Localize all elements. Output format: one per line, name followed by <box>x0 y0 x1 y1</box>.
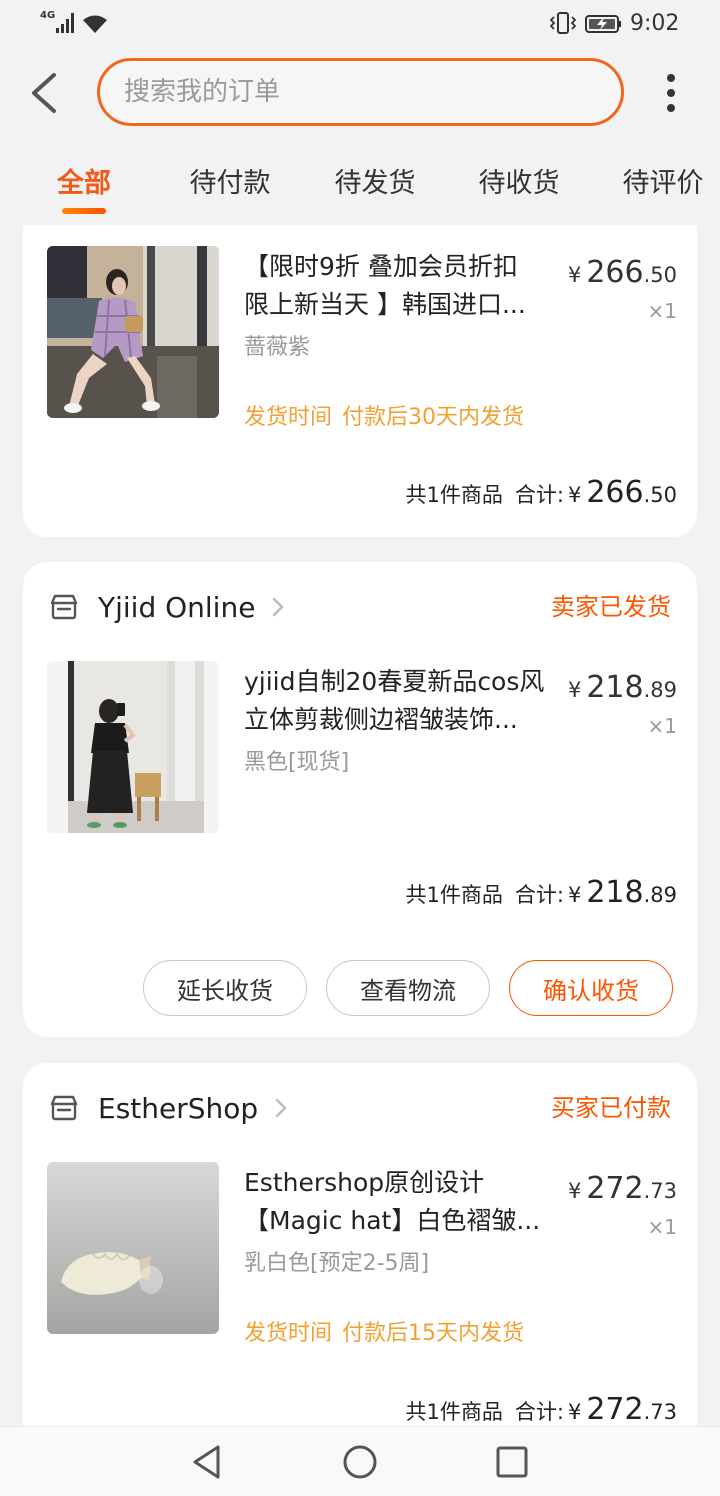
product-title[interactable]: yjiid自制20春夏新品cos风 立体剪裁侧边褶皱装饰... <box>244 663 562 739</box>
delivery-value: 付款后30天内发货 <box>342 405 525 430</box>
item-variant: 黑色[现货] <box>244 750 350 775</box>
store-header[interactable]: Yjiid Online <box>50 587 285 627</box>
order-status: 买家已付款 <box>551 1094 671 1122</box>
status-bar: 4G 9:02 <box>0 0 720 48</box>
currency-symbol: ¥ <box>567 1179 582 1203</box>
product-image[interactable] <box>47 661 219 833</box>
vibrate-icon <box>549 12 577 34</box>
network-type: 4G <box>40 10 56 21</box>
delivery-label: 发货时间 <box>244 1321 333 1346</box>
product-photo-white-shoe <box>47 1162 219 1334</box>
chevron-right-icon[interactable] <box>274 1097 288 1119</box>
clock: 9:02 <box>630 11 680 36</box>
product-title-line: 【Magic hat】白色褶皱... <box>244 1206 541 1235</box>
store-name[interactable]: EstherShop <box>98 1092 258 1125</box>
chevron-right-icon[interactable] <box>271 596 285 618</box>
item-price: ¥ 266 .50 <box>568 255 677 295</box>
product-image[interactable] <box>47 246 219 418</box>
tab-pending-shipment[interactable]: 待发货 <box>320 164 430 204</box>
signal-icon <box>56 13 74 33</box>
currency-symbol: ¥ <box>567 483 582 507</box>
price-integer: 272 <box>586 1171 644 1206</box>
store-icon <box>50 1095 78 1121</box>
price-decimal: .50 <box>643 263 677 287</box>
item-quantity: ×1 <box>647 299 677 323</box>
tab-pending-review[interactable]: 待评价 <box>608 164 718 204</box>
tab-pending-receipt[interactable]: 待收货 <box>464 164 574 204</box>
item-count: 共1件商品 <box>405 1400 503 1424</box>
item-quantity: ×1 <box>647 714 677 738</box>
currency-symbol: ¥ <box>567 883 582 907</box>
product-photo-black-dress <box>47 661 219 833</box>
price-decimal: .89 <box>643 678 677 702</box>
tab-all[interactable]: 全部 <box>29 164 139 204</box>
total-integer: 266 <box>586 475 644 510</box>
order-item[interactable]: yjiid自制20春夏新品cos风 立体剪裁侧边褶皱装饰... ¥ 218 .8… <box>23 661 697 861</box>
order-item[interactable]: Esthershop原创设计 【Magic hat】白色褶皱... ¥ 272 … <box>23 1162 697 1362</box>
item-price: ¥ 218 .89 <box>568 670 677 710</box>
order-card[interactable]: Yjiid Online 卖家已发货 yjiid自制20春夏新品cos风 立体剪… <box>23 562 697 1037</box>
total-decimal: .50 <box>643 483 677 507</box>
order-card[interactable]: EstherShop 买家已付款 Esthershop原创设计 【Magic h… <box>23 1063 697 1483</box>
total-integer: 272 <box>586 1392 644 1427</box>
item-quantity: ×1 <box>647 1215 677 1239</box>
total-decimal: .73 <box>643 1400 677 1424</box>
store-name[interactable]: Yjiid Online <box>98 591 255 624</box>
order-tabs: 全部 待付款 待发货 待收货 待评价 <box>0 140 720 225</box>
order-status: 卖家已发货 <box>551 593 671 621</box>
nav-back-icon[interactable] <box>190 1444 222 1480</box>
store-header[interactable]: EstherShop <box>50 1088 288 1128</box>
item-count: 共1件商品 <box>405 483 503 507</box>
product-title-line: 【限时9折 叠加会员折扣 <box>244 252 518 281</box>
nav-home-icon[interactable] <box>342 1444 378 1480</box>
store-icon <box>50 594 78 620</box>
item-variant: 蔷薇紫 <box>244 335 311 360</box>
extend-receipt-button[interactable]: 延长收货 <box>143 960 307 1016</box>
order-summary: 共1件商品 合计: ¥ 218 .89 <box>406 875 678 915</box>
product-photo-plaid-blazer <box>47 246 219 418</box>
total-decimal: .89 <box>643 883 677 907</box>
active-tab-indicator <box>62 208 106 214</box>
product-title-line: 限上新当天 】韩国进口... <box>244 290 526 319</box>
product-title[interactable]: 【限时9折 叠加会员折扣 限上新当天 】韩国进口... <box>244 248 562 324</box>
item-variant: 乳白色[预定2-5周] <box>244 1251 430 1276</box>
search-input[interactable] <box>124 61 594 123</box>
tab-pending-payment[interactable]: 待付款 <box>175 164 285 204</box>
order-item[interactable]: 【限时9折 叠加会员折扣 限上新当天 】韩国进口... ¥ 266 .50 ×1… <box>23 246 697 446</box>
currency-symbol: ¥ <box>567 1400 582 1424</box>
delivery-time: 发货时间 付款后15天内发货 <box>244 1320 524 1348</box>
delivery-label: 发货时间 <box>244 405 333 430</box>
price-integer: 266 <box>586 255 644 290</box>
total-label: 合计: <box>514 483 564 507</box>
confirm-receipt-button[interactable]: 确认收货 <box>509 960 673 1016</box>
product-title-line: Esthershop原创设计 <box>244 1168 485 1197</box>
order-summary: 共1件商品 合计: ¥ 266 .50 <box>406 475 678 515</box>
delivery-time: 发货时间 付款后30天内发货 <box>244 404 524 432</box>
more-vertical-icon[interactable] <box>659 70 683 116</box>
price-integer: 218 <box>586 670 644 705</box>
price-decimal: .73 <box>643 1179 677 1203</box>
currency-symbol: ¥ <box>567 678 582 702</box>
total-label: 合计: <box>514 883 564 907</box>
product-image[interactable] <box>47 1162 219 1334</box>
view-logistics-button[interactable]: 查看物流 <box>326 960 490 1016</box>
currency-symbol: ¥ <box>567 263 582 287</box>
product-title-line: 立体剪裁侧边褶皱装饰... <box>244 705 518 734</box>
order-card[interactable]: 【限时9折 叠加会员折扣 限上新当天 】韩国进口... ¥ 266 .50 ×1… <box>23 225 697 537</box>
wifi-icon <box>83 15 107 33</box>
total-label: 合计: <box>514 1400 564 1424</box>
item-count: 共1件商品 <box>405 883 503 907</box>
nav-recents-icon[interactable] <box>496 1446 528 1478</box>
product-title[interactable]: Esthershop原创设计 【Magic hat】白色褶皱... <box>244 1164 562 1240</box>
system-navigation-bar <box>0 1426 720 1496</box>
battery-charging-icon <box>585 15 621 33</box>
product-title-line: yjiid自制20春夏新品cos风 <box>244 667 545 696</box>
item-price: ¥ 272 .73 <box>568 1171 677 1211</box>
delivery-value: 付款后15天内发货 <box>342 1321 525 1346</box>
back-arrow-icon[interactable] <box>26 70 62 116</box>
total-integer: 218 <box>586 875 644 910</box>
search-box[interactable] <box>97 58 624 126</box>
